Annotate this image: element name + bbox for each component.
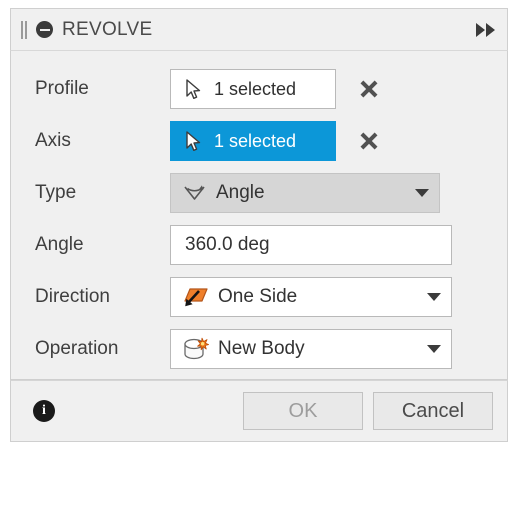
type-value: Angle: [216, 182, 265, 203]
label-axis: Axis: [35, 130, 71, 151]
chevron-down-icon[interactable]: [427, 293, 441, 301]
fast-forward-icon[interactable]: [476, 22, 495, 37]
profile-selection-field[interactable]: 1 selected: [170, 69, 336, 109]
clear-axis-icon[interactable]: [358, 130, 380, 152]
direction-dropdown[interactable]: One Side: [170, 277, 452, 317]
dialog-titlebar[interactable]: REVOLVE: [10, 8, 508, 50]
angle-input[interactable]: 360.0 deg: [170, 225, 452, 265]
row-operation: Operation New Body: [11, 323, 507, 375]
operation-dropdown[interactable]: New Body: [170, 329, 452, 369]
row-profile: Profile 1 selected: [11, 63, 507, 115]
clear-profile-icon[interactable]: [358, 78, 380, 100]
row-direction: Direction One Side: [11, 271, 507, 323]
label-profile: Profile: [35, 78, 89, 99]
ok-button[interactable]: OK: [243, 392, 363, 430]
axis-selection-field[interactable]: 1 selected: [170, 121, 336, 161]
selection-cursor-icon: [186, 130, 201, 151]
operation-value: New Body: [218, 338, 305, 359]
dialog-body: Profile 1 selected Axis 1 selected Type: [10, 50, 508, 380]
cancel-button[interactable]: Cancel: [373, 392, 493, 430]
revolve-dialog: REVOLVE Profile 1 selected Axis 1 select…: [10, 8, 508, 442]
chevron-down-icon[interactable]: [415, 189, 429, 197]
row-angle: Angle 360.0 deg: [11, 219, 507, 271]
dialog-footer: i OK Cancel: [10, 380, 508, 442]
type-dropdown[interactable]: Angle: [170, 173, 440, 213]
axis-selection-value: 1 selected: [214, 130, 297, 151]
label-type: Type: [35, 182, 77, 203]
drag-grip-icon[interactable]: [19, 20, 29, 39]
label-direction: Direction: [35, 286, 110, 307]
profile-selection-value: 1 selected: [214, 78, 297, 99]
row-type: Type Angle: [11, 167, 507, 219]
page-title: REVOLVE: [62, 18, 153, 40]
collapse-circle-icon[interactable]: [36, 21, 53, 38]
angle-value: 360.0 deg: [185, 234, 270, 255]
selection-cursor-icon: [186, 78, 201, 99]
info-icon[interactable]: i: [33, 400, 55, 422]
angle-arc-icon: [184, 185, 205, 200]
new-body-icon: [184, 337, 209, 360]
label-operation: Operation: [35, 338, 119, 359]
chevron-down-icon[interactable]: [427, 345, 441, 353]
row-axis: Axis 1 selected: [11, 115, 507, 167]
one-side-direction-icon: [184, 288, 208, 307]
direction-value: One Side: [218, 286, 298, 307]
label-angle: Angle: [35, 234, 84, 255]
